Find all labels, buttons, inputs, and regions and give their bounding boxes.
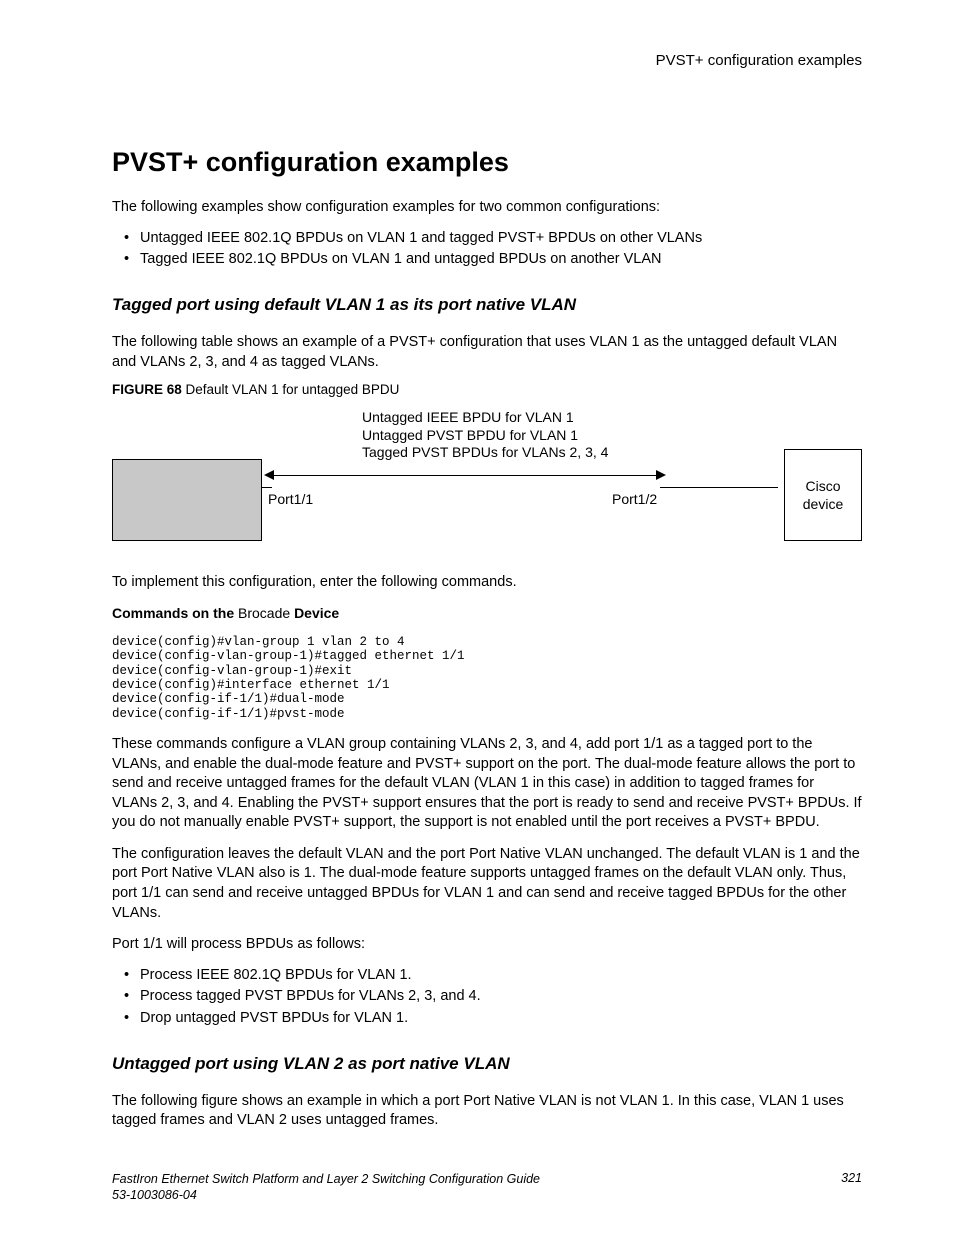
fig-label-line: Untagged PVST BPDU for VLAN 1 [362, 427, 608, 445]
connector-line [660, 487, 778, 488]
connector-line [262, 487, 272, 488]
section2-p1: The following figure shows an example in… [112, 1092, 862, 1131]
arrow-line [268, 475, 658, 476]
figure-top-labels: Untagged IEEE BPDU for VLAN 1 Untagged P… [362, 409, 608, 462]
fig-label-line: Tagged PVST BPDUs for VLANs 2, 3, 4 [362, 444, 608, 462]
cmd-label-b2: Device [294, 605, 339, 621]
arrow-right-icon [656, 470, 666, 480]
section1-p3: These commands configure a VLAN group co… [112, 735, 862, 833]
section1-p1: The following table shows an example of … [112, 333, 862, 372]
page-title: PVST+ configuration examples [112, 147, 862, 178]
fig-label-line: Untagged IEEE BPDU for VLAN 1 [362, 409, 608, 427]
right-device-box: Cisco device [784, 449, 862, 541]
code-block: device(config)#vlan-group 1 vlan 2 to 4 … [112, 635, 862, 721]
section-heading-1: Tagged port using default VLAN 1 as its … [112, 295, 862, 315]
section1-p5: Port 1/1 will process BPDUs as follows: [112, 935, 862, 955]
list-item: Process tagged PVST BPDUs for VLANs 2, 3… [124, 986, 862, 1008]
list-item: Process IEEE 802.1Q BPDUs for VLAN 1. [124, 965, 862, 987]
intro-bullet-list: Untagged IEEE 802.1Q BPDUs on VLAN 1 and… [112, 228, 862, 272]
header-right: PVST+ configuration examples [112, 52, 862, 69]
commands-label: Commands on the Brocade Device [112, 605, 862, 621]
list-item: Drop untagged PVST BPDUs for VLAN 1. [124, 1008, 862, 1030]
footer-page-number: 321 [841, 1171, 862, 1204]
footer-guide-title: FastIron Ethernet Switch Platform and La… [112, 1171, 540, 1187]
figure-68: Untagged IEEE BPDU for VLAN 1 Untagged P… [112, 409, 862, 559]
cmd-label-n: Brocade [238, 605, 294, 621]
process-bullet-list: Process IEEE 802.1Q BPDUs for VLAN 1. Pr… [112, 965, 862, 1030]
footer-doc-number: 53-1003086-04 [112, 1187, 540, 1203]
cmd-label-b1: Commands on the [112, 605, 238, 621]
list-item: Tagged IEEE 802.1Q BPDUs on VLAN 1 and u… [124, 249, 862, 271]
left-device-box [112, 459, 262, 541]
section1-p2: To implement this configuration, enter t… [112, 573, 862, 593]
figure-label-text: Default VLAN 1 for untagged BPDU [186, 382, 400, 397]
section-heading-2: Untagged port using VLAN 2 as port nativ… [112, 1054, 862, 1074]
footer-left: FastIron Ethernet Switch Platform and La… [112, 1171, 540, 1204]
section1-p4: The configuration leaves the default VLA… [112, 845, 862, 923]
intro-paragraph: The following examples show configuratio… [112, 198, 862, 218]
port-left-label: Port1/1 [268, 491, 313, 507]
figure-caption: FIGURE 68 Default VLAN 1 for untagged BP… [112, 382, 862, 397]
box-right-l1: Cisco [805, 477, 840, 495]
box-right-l2: device [803, 495, 843, 513]
page-footer: FastIron Ethernet Switch Platform and La… [112, 1171, 862, 1204]
figure-label-bold: FIGURE 68 [112, 382, 186, 397]
port-right-label: Port1/2 [612, 491, 657, 507]
list-item: Untagged IEEE 802.1Q BPDUs on VLAN 1 and… [124, 228, 862, 250]
